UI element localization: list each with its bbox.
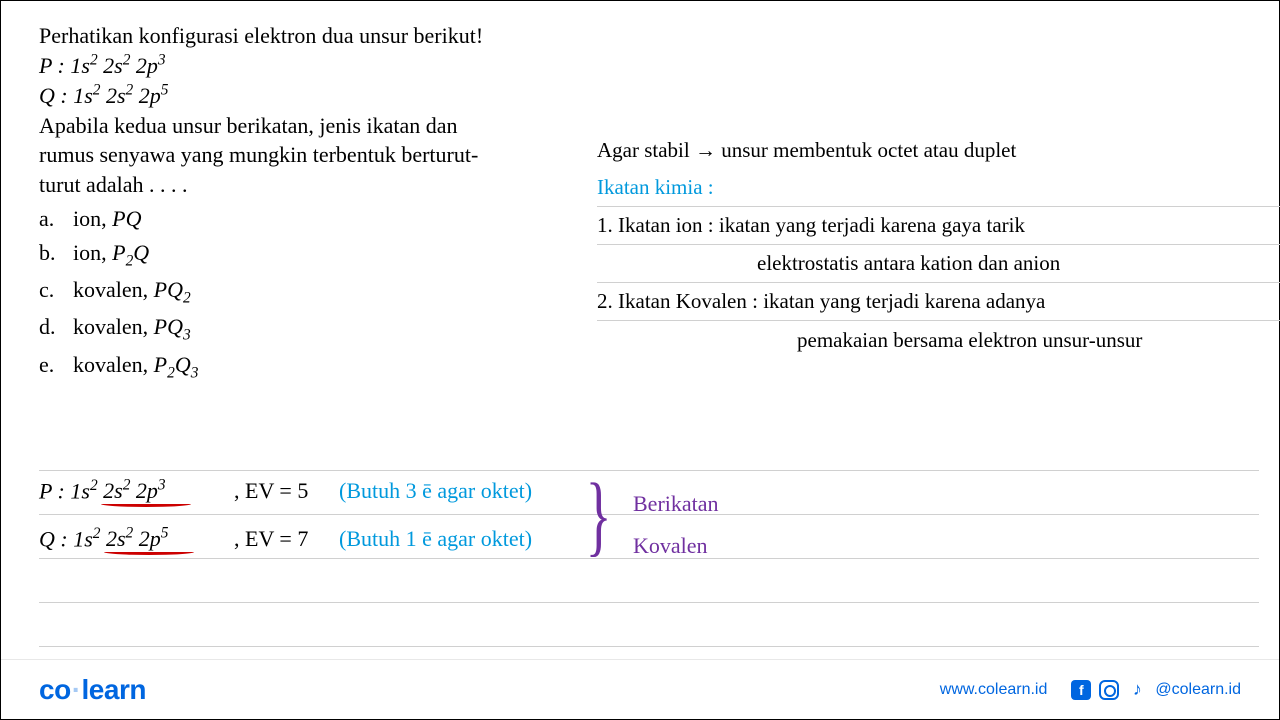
social-icons: f ♪ @colearn.id — [1071, 680, 1241, 700]
option-letter: e. — [39, 348, 73, 385]
conclusion-text: Berikatan Kovalen — [633, 483, 719, 567]
note-kov-1: 2. Ikatan Kovalen : ikatan yang terjadi … — [597, 283, 1280, 321]
curly-brace-icon: } — [586, 471, 612, 561]
answer-options: a. ion, PQ b. ion, P2Q c. kovalen, PQ2 d… — [39, 202, 549, 385]
note-ion-1: 1. Ikatan ion : ikatan yang terjadi kare… — [597, 207, 1280, 245]
instagram-icon — [1099, 680, 1119, 700]
facebook-icon: f — [1071, 680, 1091, 700]
config-q: Q : 1s2 2s2 2p5 — [39, 81, 549, 111]
option-letter: a. — [39, 202, 73, 236]
question-stem-1: Apabila kedua unsur berikatan, jenis ika… — [39, 111, 549, 141]
work-p-config: P : 1s2 2s2 2p3 — [39, 477, 234, 504]
note-kov-2: pemakaian bersama elektron unsur-unsur — [597, 321, 1280, 359]
option-text: kovalen, PQ2 — [73, 273, 191, 310]
option-text: ion, P2Q — [73, 236, 149, 273]
option-a: a. ion, PQ — [39, 202, 549, 236]
note-heading: Ikatan kimia : — [597, 169, 1280, 207]
option-d: d. kovalen, PQ3 — [39, 310, 549, 347]
config-p-label: P : 1s2 2s2 2p3 — [39, 53, 166, 78]
option-text: ion, PQ — [73, 202, 141, 236]
option-text: kovalen, P2Q3 — [73, 348, 198, 385]
tiktok-icon: ♪ — [1127, 680, 1147, 700]
option-b: b. ion, P2Q — [39, 236, 549, 273]
note-stable: Agar stabil → unsur membentuk octet atau… — [597, 131, 1280, 169]
footer-bar: co·learn www.colearn.id f ♪ @colearn.id — [1, 659, 1279, 719]
conclusion-line-1: Berikatan — [633, 483, 719, 525]
config-q-label: Q : 1s2 2s2 2p5 — [39, 83, 168, 108]
option-letter: b. — [39, 236, 73, 273]
work-q-ev: , EV = 7 — [234, 526, 339, 552]
question-block: Perhatikan konfigurasi elektron dua unsu… — [39, 21, 549, 385]
note-ion-2: elektrostatis antara kation dan anion — [597, 245, 1280, 283]
conclusion-line-2: Kovalen — [633, 525, 719, 567]
question-intro: Perhatikan konfigurasi elektron dua unsu… — [39, 21, 549, 51]
footer-url: www.colearn.id — [940, 681, 1048, 699]
question-stem-3: turut adalah . . . . — [39, 170, 549, 200]
brand-logo: co·learn — [39, 674, 146, 706]
option-letter: c. — [39, 273, 73, 310]
work-p-need: (Butuh 3 ē agar oktet) — [339, 478, 532, 504]
work-q-need: (Butuh 1 ē agar oktet) — [339, 526, 532, 552]
option-letter: d. — [39, 310, 73, 347]
option-text: kovalen, PQ3 — [73, 310, 191, 347]
option-c: c. kovalen, PQ2 — [39, 273, 549, 310]
work-q-config: Q : 1s2 2s2 2p5 — [39, 525, 234, 552]
question-stem-2: rumus senyawa yang mungkin terbentuk ber… — [39, 140, 549, 170]
solution-notes: Agar stabil → unsur membentuk octet atau… — [597, 131, 1280, 359]
social-handle: @colearn.id — [1155, 681, 1241, 699]
config-p: P : 1s2 2s2 2p3 — [39, 51, 549, 81]
work-p-ev: , EV = 5 — [234, 478, 339, 504]
option-e: e. kovalen, P2Q3 — [39, 348, 549, 385]
